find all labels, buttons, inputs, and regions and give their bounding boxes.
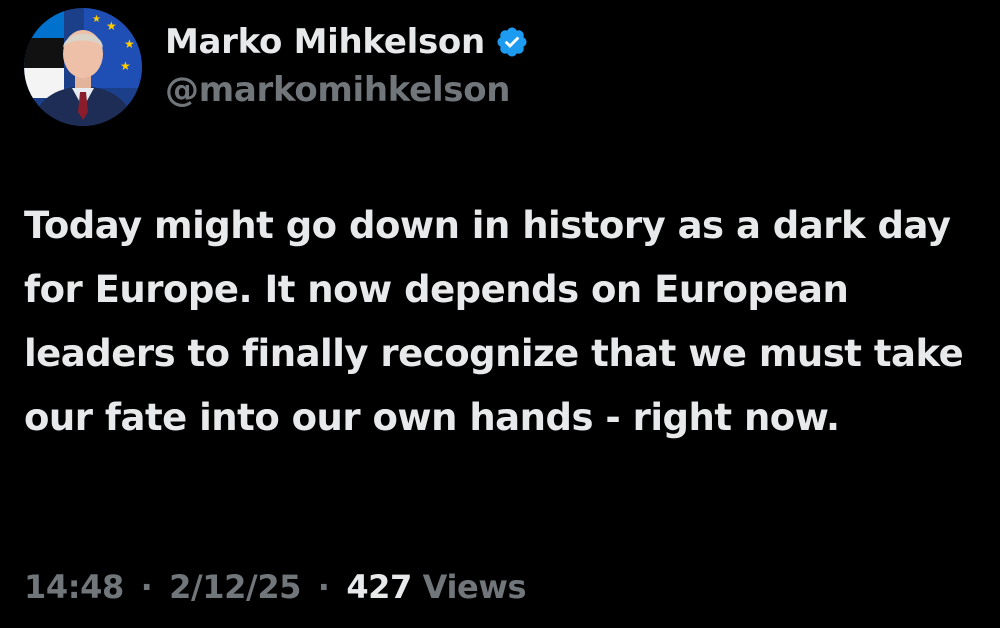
avatar-image: ★ ★ ★ ★ <box>24 8 142 126</box>
avatar[interactable]: ★ ★ ★ ★ <box>24 8 142 126</box>
tweet-text: Today might go down in history as a dark… <box>24 204 964 439</box>
tweet-meta: 14:48 · 2/12/25 · 427 Views <box>24 568 527 606</box>
svg-text:★: ★ <box>106 19 117 33</box>
author-header: Marko Mihkelson @markomihkelson <box>165 16 529 110</box>
views-label: Views <box>422 568 527 606</box>
author-handle[interactable]: @markomihkelson <box>165 70 529 110</box>
meta-separator: · <box>317 568 330 606</box>
tweet-card: ★ ★ ★ ★ Marko Mihkelson @markomihkelson … <box>0 0 1000 628</box>
svg-text:★: ★ <box>120 59 131 73</box>
verified-badge-icon[interactable] <box>495 25 529 59</box>
tweet-date[interactable]: 2/12/25 <box>169 568 301 606</box>
views-count: 427 <box>346 568 412 606</box>
display-name[interactable]: Marko Mihkelson <box>165 22 485 62</box>
svg-text:★: ★ <box>124 37 135 51</box>
tweet-time[interactable]: 14:48 <box>24 568 124 606</box>
meta-separator: · <box>140 568 153 606</box>
name-row: Marko Mihkelson <box>165 16 529 68</box>
svg-text:★: ★ <box>92 14 101 25</box>
